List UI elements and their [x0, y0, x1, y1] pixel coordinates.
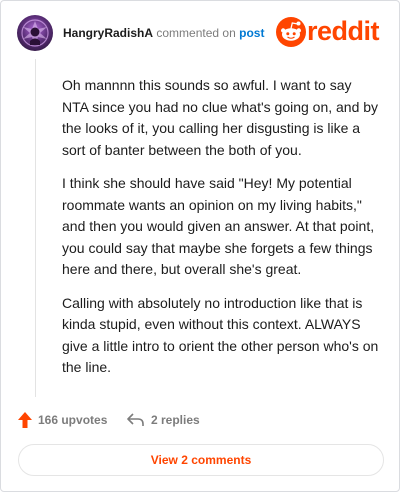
comment-paragraph: I think she should have said "Hey! My po…: [62, 175, 375, 277]
reddit-alien-icon: [276, 17, 306, 47]
avatar-art-icon: [21, 19, 49, 47]
comment-byline: HangryRadishA commented on post: [63, 26, 264, 40]
upvote-button[interactable]: 166 upvotes: [18, 409, 107, 431]
byline-action-text: commented on: [156, 26, 236, 40]
reddit-wordmark: reddit: [307, 16, 380, 46]
username[interactable]: HangryRadishA: [63, 26, 153, 40]
post-link[interactable]: post: [239, 26, 264, 40]
comment-paragraph: Calling with absolutely no introduction …: [62, 294, 379, 376]
replies-button[interactable]: 2 replies: [127, 409, 200, 431]
reddit-logo[interactable]: reddit: [276, 15, 386, 49]
comment-actions: 166 upvotes 2 replies: [18, 409, 378, 431]
comment-header: HangryRadishA commented on post reddit: [17, 15, 385, 53]
comment-paragraph: Oh mannnn this sounds so awful. I want t…: [62, 77, 379, 158]
user-avatar[interactable]: [17, 15, 53, 51]
reply-arrow-icon: [127, 413, 144, 426]
thread-line[interactable]: [35, 59, 36, 397]
reply-count: 2 replies: [151, 413, 200, 427]
upvote-count: 166 upvotes: [38, 413, 108, 427]
view-comments-button[interactable]: View 2 comments: [18, 444, 384, 476]
upvote-arrow-icon: [18, 412, 32, 428]
comment-card: HangryRadishA commented on post reddit O…: [0, 0, 400, 492]
comment-body: Oh mannnn this sounds so awful. I want t…: [62, 75, 380, 391]
